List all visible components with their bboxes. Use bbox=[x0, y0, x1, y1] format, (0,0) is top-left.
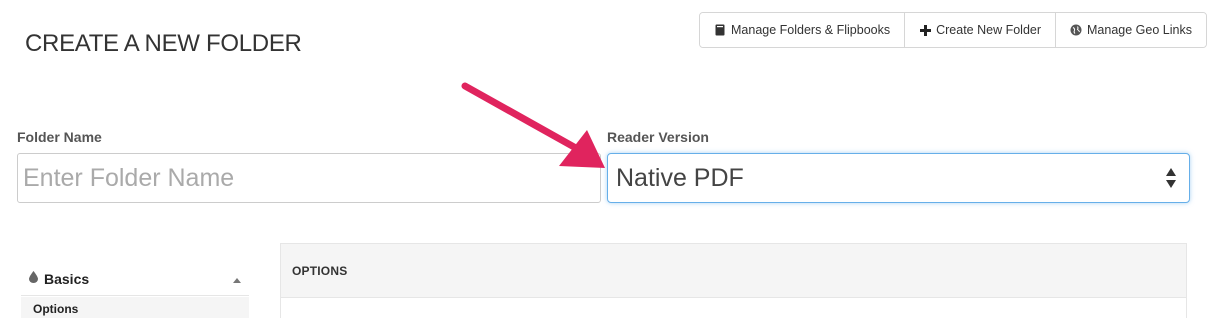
book-icon bbox=[714, 24, 726, 36]
page-title: CREATE A NEW FOLDER bbox=[25, 30, 302, 57]
caret-up-icon bbox=[233, 270, 241, 288]
manage-geo-links-button[interactable]: Manage Geo Links bbox=[1056, 13, 1206, 47]
toolbar-button-group: Manage Folders & Flipbooks Create New Fo… bbox=[699, 12, 1207, 48]
sidebar-section-basics[interactable]: Basics bbox=[21, 262, 249, 296]
reader-version-label: Reader Version bbox=[607, 129, 709, 145]
select-arrows-icon bbox=[1165, 167, 1177, 189]
create-new-folder-button[interactable]: Create New Folder bbox=[905, 13, 1057, 47]
drop-icon bbox=[29, 270, 38, 288]
panel-heading: OPTIONS bbox=[281, 244, 1186, 298]
manage-folders-button[interactable]: Manage Folders & Flipbooks bbox=[700, 13, 906, 47]
folder-name-input[interactable] bbox=[17, 153, 601, 203]
manage-folders-label: Manage Folders & Flipbooks bbox=[731, 23, 891, 37]
globe-icon bbox=[1070, 24, 1082, 36]
reader-version-select[interactable]: Native PDF bbox=[607, 153, 1190, 203]
folder-name-label: Folder Name bbox=[17, 129, 102, 145]
reader-version-value: Native PDF bbox=[616, 163, 744, 192]
sidebar-item-options[interactable]: Options bbox=[21, 297, 249, 318]
manage-geo-links-label: Manage Geo Links bbox=[1087, 23, 1192, 37]
options-panel: OPTIONS bbox=[280, 243, 1187, 318]
sidebar-section-label: Basics bbox=[44, 270, 90, 287]
create-new-folder-label: Create New Folder bbox=[936, 23, 1042, 37]
plus-icon bbox=[919, 24, 931, 36]
